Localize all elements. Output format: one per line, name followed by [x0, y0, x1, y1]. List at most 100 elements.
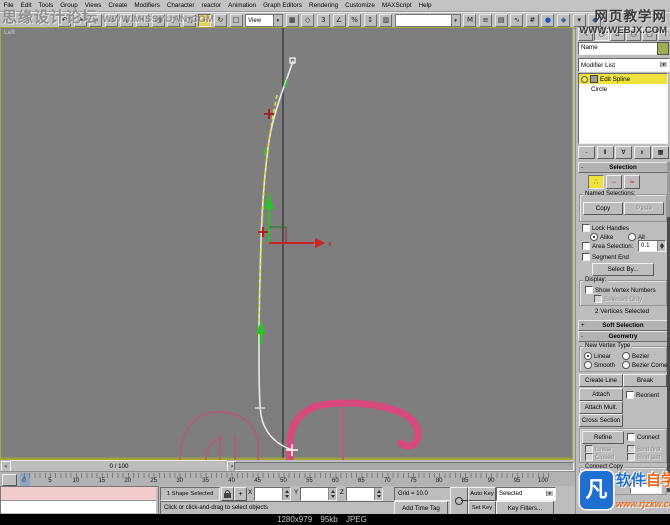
bezier-corner-radio[interactable]: Bezier Corner [622, 361, 670, 369]
make-unique-icon[interactable]: ∀ [615, 146, 632, 159]
window-crossing-toggle-icon[interactable]: ◫ [182, 14, 196, 27]
time-slider-channel[interactable] [234, 462, 574, 471]
modifier-stack[interactable]: Edit Spline Circle [578, 73, 668, 144]
selection-lock-toggle[interactable] [221, 487, 234, 501]
select-and-rotate-icon[interactable]: ↻ [213, 14, 227, 27]
stack-item-circle[interactable]: Circle [579, 84, 667, 94]
segment-end-checkbox[interactable]: Segment End [582, 253, 629, 261]
select-and-scale-icon[interactable]: □ [229, 14, 243, 27]
tab-create[interactable]: ↖ [578, 28, 593, 41]
smooth-radio[interactable]: Smooth [584, 361, 615, 369]
copy-button[interactable]: Copy [583, 202, 623, 215]
reorient-checkbox[interactable]: Reorient [626, 391, 659, 399]
create-line-button[interactable]: Create Line [579, 374, 623, 387]
menu-item-customize[interactable]: Customize [342, 2, 379, 9]
layer-manager-icon[interactable]: ▤ [494, 14, 508, 27]
radio-icon[interactable] [584, 361, 592, 369]
menu-item-maxscript[interactable]: MAXScript [378, 2, 415, 9]
quick-render-icon[interactable]: ◆ [588, 14, 602, 27]
percent-snap-icon[interactable]: % [348, 14, 362, 27]
checkbox-icon[interactable] [582, 253, 590, 261]
checkbox-icon[interactable] [582, 224, 590, 232]
show-vertex-numbers-checkbox[interactable]: Show Vertex Numbers [585, 286, 656, 294]
pink-shape-left[interactable] [179, 411, 259, 460]
rollout-selection-header[interactable]: - Selection [578, 162, 668, 173]
spline-mode-icon[interactable]: ≈ [624, 175, 640, 189]
chevron-down-icon[interactable] [273, 15, 283, 26]
transform-gizmo[interactable]: x [264, 193, 332, 248]
y-coordinate-field[interactable] [300, 487, 337, 501]
select-by-button[interactable]: Select By... [592, 263, 654, 276]
cross-section-button[interactable]: Cross Section [579, 414, 623, 427]
key-filters-button[interactable]: Key Filters... [496, 501, 554, 515]
menu-item-edit[interactable]: Edit [17, 2, 35, 9]
material-editor-icon[interactable]: ● [541, 14, 555, 27]
checkbox-icon[interactable] [582, 242, 590, 250]
radio-icon[interactable] [628, 233, 636, 241]
gizmo-x-axis-arrow[interactable] [315, 238, 325, 248]
mirror-icon[interactable]: M [463, 14, 477, 27]
edit-named-selections-icon[interactable]: ▥ [379, 14, 393, 27]
menu-item-group[interactable]: Group [57, 2, 82, 9]
align-icon[interactable]: ≡ [479, 14, 493, 27]
maxscript-mini-listener[interactable] [0, 486, 159, 516]
render-type-icon[interactable]: ▾ [572, 14, 586, 27]
listener-macro-row[interactable] [1, 487, 156, 501]
bind-to-space-warp-icon[interactable]: ◉ [120, 14, 134, 27]
spinner-snap-icon[interactable]: ↕ [363, 14, 377, 27]
set-key-button[interactable]: Set Key [468, 501, 496, 515]
viewport-left[interactable]: x Left [0, 27, 573, 460]
menu-item-animation[interactable]: Animation [225, 2, 260, 9]
viewport-label[interactable]: Left [4, 29, 15, 36]
radio-icon[interactable] [590, 233, 598, 241]
menu-item-create[interactable]: Create [105, 2, 131, 9]
edited-spline[interactable] [258, 60, 294, 451]
radio-icon[interactable] [622, 352, 630, 360]
menu-item-tools[interactable]: Tools [35, 2, 57, 9]
menu-item-help[interactable]: Help [415, 2, 435, 9]
rollout-soft-selection-header[interactable]: + Soft Selection [578, 320, 668, 331]
select-and-manipulate-icon[interactable]: ◇ [301, 14, 315, 27]
stack-item-edit-spline[interactable]: Edit Spline [579, 74, 667, 84]
segment-mode-icon[interactable]: ⌣ [606, 175, 622, 189]
vertex-mode-icon[interactable]: ∴ [588, 175, 604, 189]
select-object-icon[interactable]: ↖ [135, 14, 149, 27]
schematic-view-icon[interactable]: # [525, 14, 539, 27]
attach-mult-button[interactable]: Attach Mult. [579, 401, 623, 414]
area-selection-value[interactable]: 0.1 [638, 240, 666, 252]
snap-toggle-3d-icon[interactable]: 3 [316, 14, 330, 27]
checkbox-icon[interactable] [585, 286, 593, 294]
attach-button[interactable]: Attach [579, 388, 623, 401]
pin-stack-icon[interactable]: - [578, 146, 595, 159]
curve-editor-icon[interactable]: ∿ [510, 14, 524, 27]
use-pivot-center-icon[interactable]: ▦ [285, 14, 299, 27]
listener-script-row[interactable] [1, 501, 156, 513]
menu-item-views[interactable]: Views [81, 2, 105, 9]
radio-icon[interactable] [584, 352, 592, 360]
refine-button[interactable]: Refine [582, 431, 624, 444]
bezier-radio[interactable]: Bezier [622, 352, 649, 360]
menu-item-modifiers[interactable]: Modifiers [131, 2, 164, 9]
z-coordinate-field[interactable] [346, 487, 383, 501]
x-coordinate-field[interactable] [254, 487, 291, 501]
checkbox-icon[interactable] [626, 391, 634, 399]
alike-radio[interactable]: Alike [590, 233, 613, 241]
select-and-link-icon[interactable]: ∞ [89, 14, 103, 27]
set-keys-button[interactable] [450, 487, 468, 515]
linear-radio[interactable]: Linear [584, 352, 611, 360]
render-scene-icon[interactable]: ◆ [557, 14, 571, 27]
spinner-icon[interactable] [374, 488, 382, 500]
configure-modifier-sets-icon[interactable]: ▦ [652, 146, 669, 159]
checkbox-icon[interactable] [627, 433, 635, 441]
select-by-name-icon[interactable]: ▤ [151, 14, 165, 27]
menu-item-reactor[interactable]: reactor [198, 2, 225, 9]
object-name-field[interactable]: Name [578, 42, 658, 55]
redo-icon[interactable]: ↷ [73, 14, 87, 27]
gizmo-y-axis-arrow[interactable] [264, 193, 274, 209]
tab-display[interactable]: ▢ [642, 28, 657, 41]
modifier-list-dropdown[interactable]: Modifier List [578, 58, 670, 72]
menu-item-rendering[interactable]: Rendering [306, 2, 342, 9]
rollout-geometry-header[interactable]: - Geometry [578, 331, 668, 342]
visibility-bulb-icon[interactable] [581, 75, 588, 83]
undo-icon[interactable]: ↶ [58, 14, 71, 27]
